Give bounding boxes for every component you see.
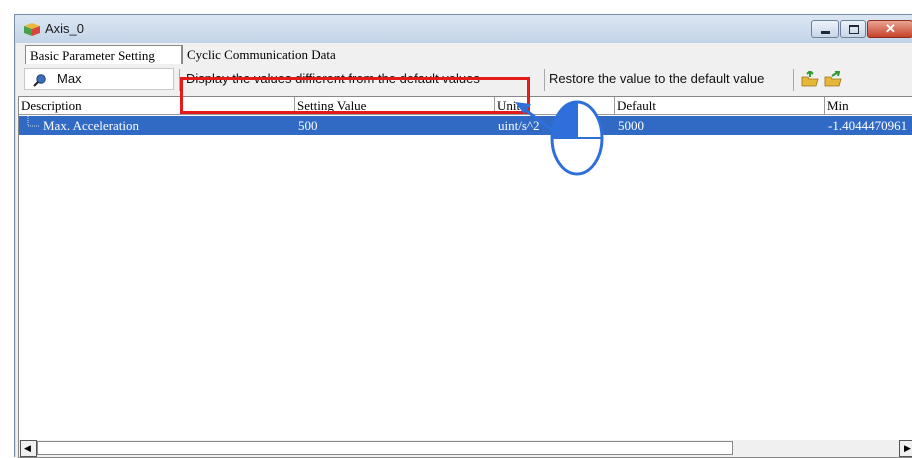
arrow-right-icon: ▶ — [904, 443, 911, 453]
import-folder-icon[interactable] — [801, 71, 819, 87]
parameter-table: Description Setting Value Unit Default M… — [18, 96, 912, 458]
highlight-box — [180, 77, 530, 114]
close-button[interactable]: ✕ — [867, 20, 912, 38]
cell-description: Max. Acceleration — [43, 118, 140, 133]
cell-min: -1.4044470961 — [828, 118, 908, 133]
cube-app-icon — [24, 23, 40, 36]
column-header-min[interactable]: Min — [825, 97, 912, 115]
export-folder-icon[interactable] — [824, 71, 842, 87]
horizontal-scrollbar[interactable]: ◀ ▶ — [19, 440, 912, 457]
close-icon: ✕ — [885, 21, 896, 36]
column-header-default[interactable]: Default — [615, 97, 825, 115]
cell-unit: uint/s^2 — [498, 118, 540, 133]
restore-default-button[interactable]: Restore the value to the default value — [549, 71, 764, 86]
search-value: Max — [57, 71, 82, 86]
scroll-left-button[interactable]: ◀ — [20, 440, 37, 457]
mouse-left-click-icon — [550, 100, 604, 176]
tree-line-icon — [27, 116, 40, 127]
search-input[interactable]: Max — [24, 68, 174, 90]
scroll-right-button[interactable]: ▶ — [899, 440, 912, 457]
search-icon — [33, 74, 46, 87]
cell-setting-value[interactable]: 500 — [298, 116, 318, 135]
toolbar-separator — [544, 69, 545, 91]
minimize-button[interactable] — [811, 20, 839, 38]
arrow-left-icon: ◀ — [24, 443, 31, 453]
maximize-button[interactable] — [840, 20, 866, 38]
tab-basic-parameter-setting[interactable]: Basic Parameter Setting — [25, 45, 182, 64]
table-row[interactable]: Max. Acceleration 500 uint/s^2 5000 -1.4… — [19, 116, 912, 135]
toolbar-separator — [793, 69, 794, 91]
scroll-thumb[interactable] — [37, 441, 733, 455]
window-title: Axis_0 — [45, 21, 85, 36]
title-bar[interactable]: Axis_0 ✕ — [15, 15, 912, 43]
tab-cyclic-communication-data[interactable]: Cyclic Communication Data — [182, 45, 372, 64]
cell-default: 5000 — [618, 118, 644, 133]
